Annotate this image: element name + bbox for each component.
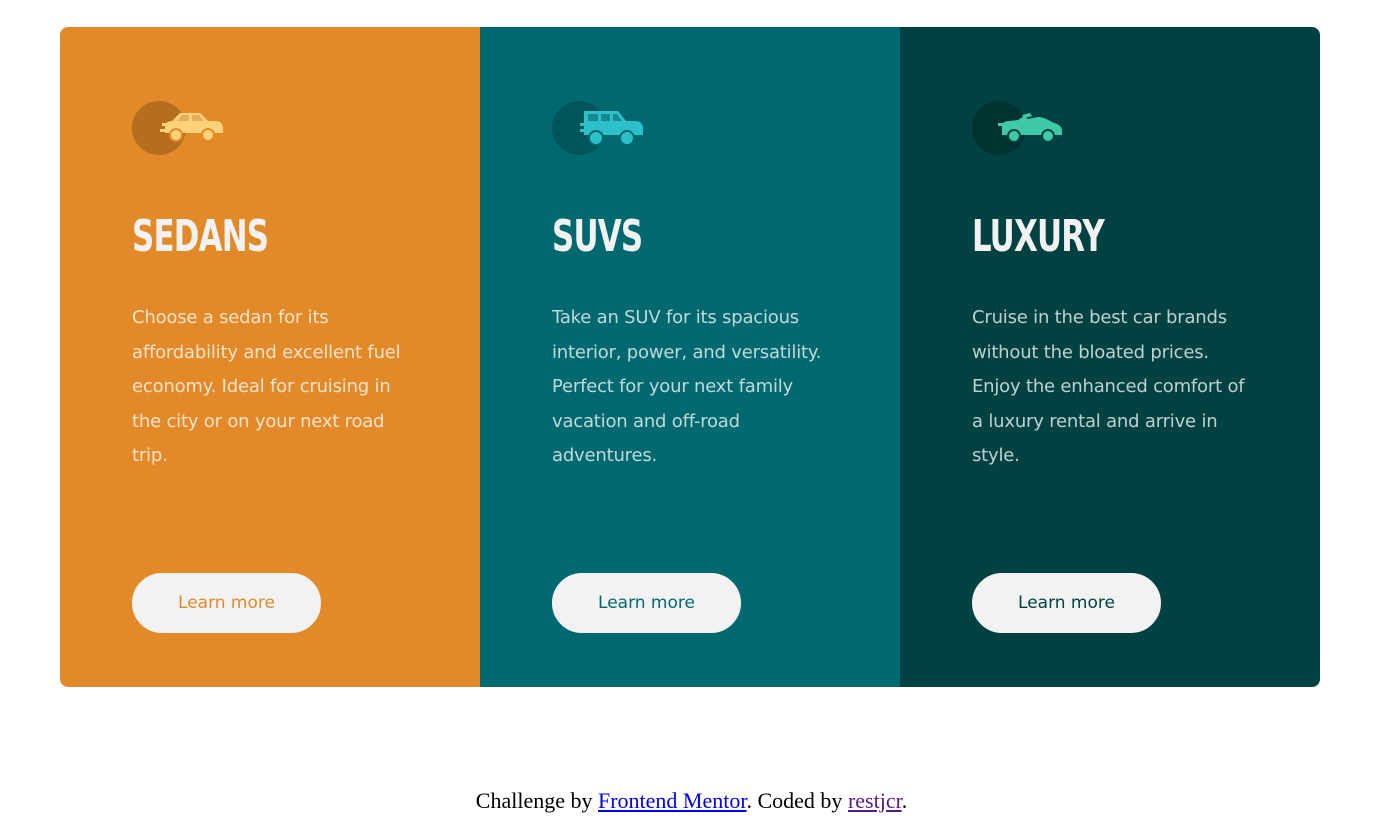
learn-more-button[interactable]: Learn more [132,573,321,633]
card-description: Take an SUV for its spacious interior, p… [552,307,822,466]
card-title: Luxury [972,211,1105,262]
card-container: Sedans Choose a sedan for its affordabil… [60,27,1320,687]
footer-prefix: Challenge by [475,788,598,813]
card-luxury: Luxury Cruise in the best car brands wit… [900,27,1320,687]
learn-more-button[interactable]: Learn more [552,573,741,633]
card-description: Choose a sedan for its affordability and… [132,307,401,466]
luxury-car-icon [972,99,1064,159]
footer-middle: . Coded by [746,788,848,813]
learn-more-button[interactable]: Learn more [972,573,1161,633]
author-link[interactable]: restjcr [848,788,902,813]
card-description: Cruise in the best car brands without th… [972,307,1245,466]
footer-suffix: . [901,788,908,813]
card-title: Sedans [132,211,269,262]
suv-icon [552,99,644,159]
attribution-footer: Challenge by Frontend Mentor. Coded by r… [0,788,1383,814]
sedan-icon [132,99,224,159]
card-suvs: SUVs Take an SUV for its spacious interi… [480,27,900,687]
card-sedans: Sedans Choose a sedan for its affordabil… [60,27,480,687]
frontend-mentor-link[interactable]: Frontend Mentor [598,788,747,813]
card-title: SUVs [552,211,643,262]
